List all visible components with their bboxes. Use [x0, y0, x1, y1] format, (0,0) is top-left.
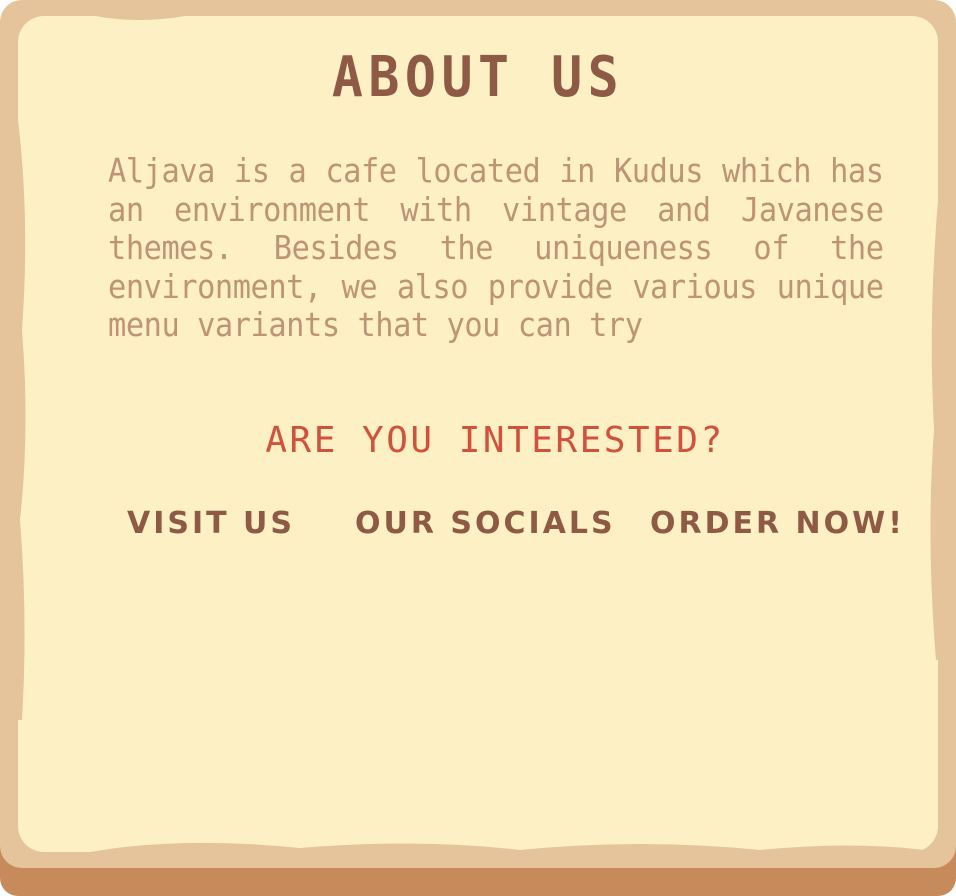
action-links: VISIT US OUR SOCIALS ORDER NOW! [0, 505, 956, 545]
about-description: Aljava is a cafe located in Kudus which … [108, 151, 884, 344]
our-socials-link[interactable]: OUR SOCIALS [355, 505, 616, 543]
about-card: ABOUT US Aljava is a cafe located in Kud… [0, 0, 956, 896]
interest-question: ARE YOU INTERESTED? [265, 420, 725, 461]
page-title: ABOUT US [331, 45, 625, 110]
order-now-link[interactable]: ORDER NOW! [650, 505, 905, 543]
visit-us-link[interactable]: VISIT US [127, 505, 295, 543]
